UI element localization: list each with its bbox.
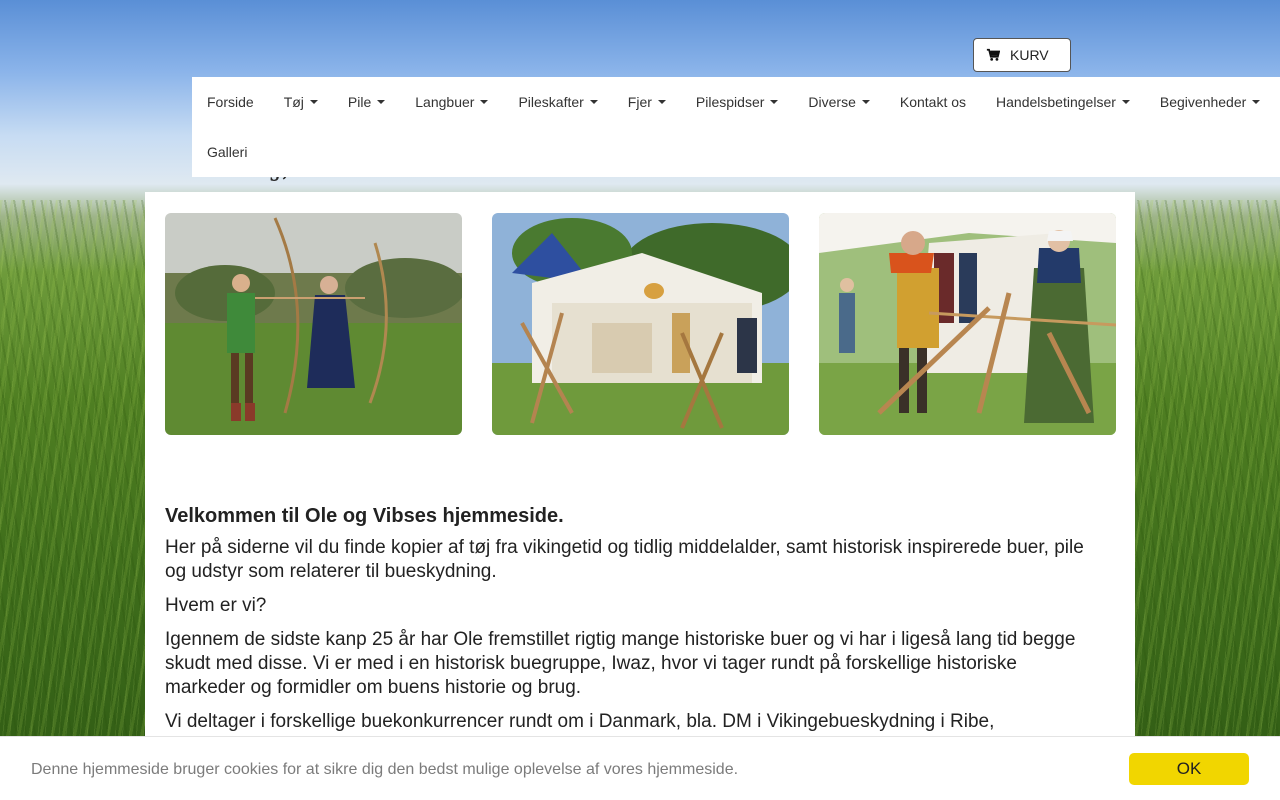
nav-item-handelsbetingelser[interactable]: Handelsbetingelser <box>981 77 1145 127</box>
welcome-section: Velkommen til Ole og Vibses hjemmeside. … <box>165 505 1085 744</box>
caret-down-icon <box>657 100 666 104</box>
cookie-banner: Denne hjemmeside bruger cookies for at s… <box>0 736 1280 800</box>
archers-photo[interactable] <box>165 213 462 435</box>
nav-item-forside[interactable]: Forside <box>192 77 269 127</box>
nav-row: Forside Tøj Pile Langbuer Pileskafter Fj… <box>192 77 1280 127</box>
nav-row: Galleri <box>192 127 1280 177</box>
nav-item-begivenheder[interactable]: Begivenheder <box>1145 77 1275 127</box>
cart-button[interactable]: KURV <box>973 38 1071 72</box>
nav-item-galleri[interactable]: Galleri <box>192 127 262 177</box>
caret-down-icon <box>480 100 489 104</box>
caret-down-icon <box>861 100 870 104</box>
tent-camp-photo[interactable] <box>492 213 789 435</box>
nav-item-pilespidser[interactable]: Pilespidser <box>681 77 793 127</box>
about-paragraph: Igennem de sidste kanp 25 år har Ole fre… <box>165 629 1076 698</box>
caret-down-icon <box>309 100 318 104</box>
intro-paragraph: Her på siderne vil du finde kopier af tø… <box>165 537 1084 582</box>
nav-item-diverse[interactable]: Diverse <box>793 77 884 127</box>
cart-label: KURV <box>1010 47 1049 63</box>
main-content: Velkommen til Ole og Vibses hjemmeside. … <box>145 192 1135 800</box>
welcome-heading: Velkommen til Ole og Vibses hjemmeside. <box>165 505 564 527</box>
cookie-message: Denne hjemmeside bruger cookies for at s… <box>31 761 739 778</box>
caret-down-icon <box>589 100 598 104</box>
who-are-we-heading: Hvem er vi? <box>165 595 267 616</box>
nav-item-langbuer[interactable]: Langbuer <box>400 77 503 127</box>
caret-down-icon <box>770 100 779 104</box>
nav-item-pile[interactable]: Pile <box>333 77 400 127</box>
caret-down-icon <box>1121 100 1130 104</box>
competitions-paragraph: Vi deltager i forskellige buekonkurrence… <box>165 711 995 732</box>
shopping-cart-icon <box>986 48 1000 61</box>
nav-item-kontakt-os[interactable]: Kontakt os <box>885 77 981 127</box>
caret-down-icon <box>377 100 386 104</box>
main-navbar: Forside Tøj Pile Langbuer Pileskafter Fj… <box>192 77 1280 177</box>
nav-item-fjer[interactable]: Fjer <box>613 77 681 127</box>
nav-item-toj[interactable]: Tøj <box>269 77 333 127</box>
bow-making-photo[interactable] <box>819 213 1116 435</box>
photo-gallery <box>165 213 1116 435</box>
caret-down-icon <box>1252 100 1261 104</box>
cookie-ok-button[interactable]: OK <box>1129 753 1249 785</box>
nav-item-pileskafter[interactable]: Pileskafter <box>503 77 612 127</box>
